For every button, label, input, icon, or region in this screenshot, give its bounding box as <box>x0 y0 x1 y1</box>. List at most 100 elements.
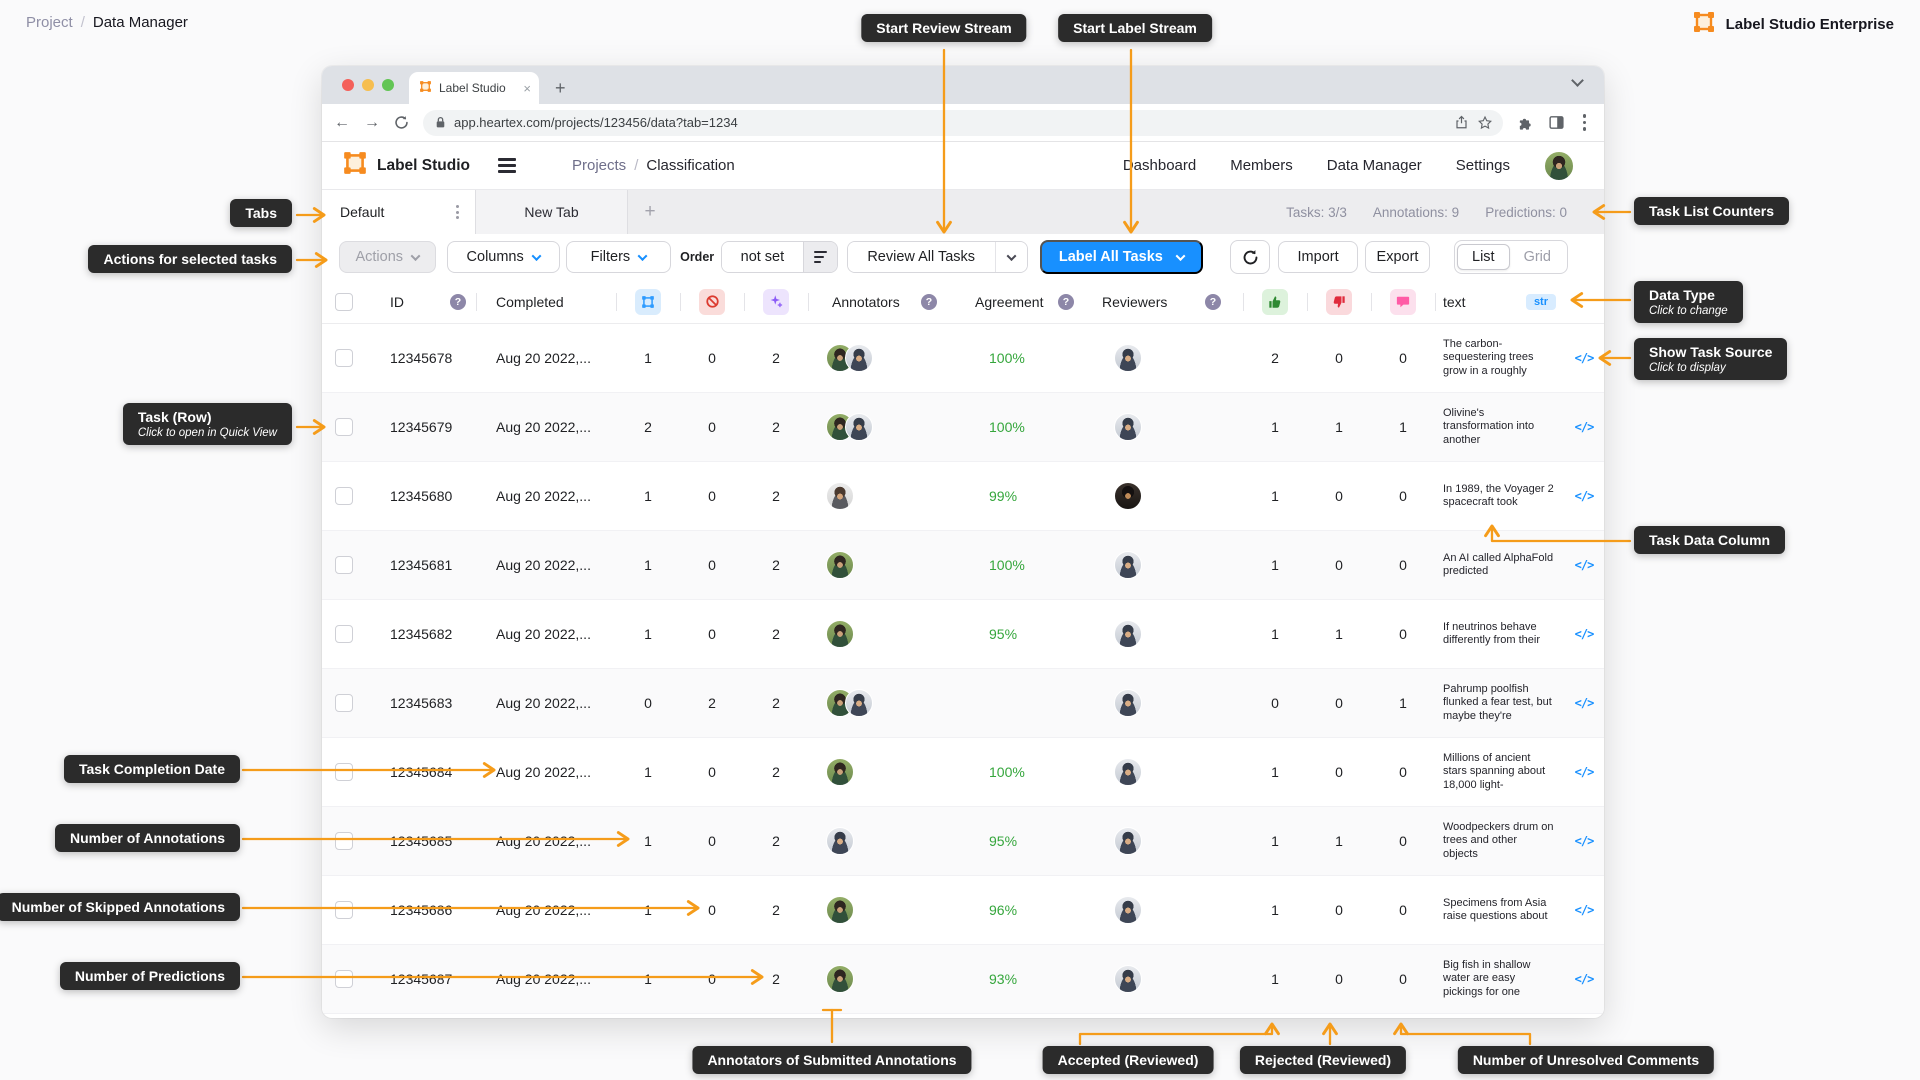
callout-task-data-column: Task Data Column <box>1634 526 1785 554</box>
window-zoom-button[interactable] <box>382 79 394 91</box>
table-row[interactable]: 12345683 Aug 20 2022,... 0 2 2 0 0 1 Pah… <box>322 669 1604 738</box>
show-source-icon[interactable]: </> <box>1575 420 1594 434</box>
breadcrumb-projects[interactable]: Projects <box>572 157 626 174</box>
address-bar[interactable]: app.heartex.com/projects/123456/data?tab… <box>423 110 1503 136</box>
column-header-accepted[interactable] <box>1243 280 1307 323</box>
review-options-chevron[interactable] <box>995 242 1027 272</box>
view-tab-new[interactable]: New Tab <box>475 190 628 234</box>
add-view-tab-button[interactable]: + <box>628 190 672 234</box>
row-checkbox[interactable] <box>335 832 353 850</box>
browser-tab[interactable]: Label Studio × <box>409 72 539 104</box>
counter-tasks: Tasks: 3/3 <box>1286 205 1347 220</box>
refresh-button[interactable] <box>1230 240 1270 274</box>
user-avatar[interactable] <box>1544 151 1574 181</box>
show-source-icon[interactable]: </> <box>1575 834 1594 848</box>
tab-search-chevron-icon[interactable] <box>1571 74 1584 87</box>
browser-menu-icon[interactable] <box>1579 110 1591 135</box>
table-row[interactable]: 12345679 Aug 20 2022,... 2 0 2 100% 1 1 … <box>322 393 1604 462</box>
nav-settings[interactable]: Settings <box>1456 157 1510 174</box>
new-browser-tab-button[interactable]: + <box>555 72 566 104</box>
column-header-predictions[interactable] <box>744 280 808 323</box>
row-checkbox[interactable] <box>335 901 353 919</box>
reviewers-cell <box>1078 738 1243 806</box>
table-row[interactable]: 12345687 Aug 20 2022,... 1 0 2 93% 1 0 0… <box>322 945 1604 1014</box>
reviewers-cell <box>1078 807 1243 875</box>
close-tab-icon[interactable]: × <box>523 81 531 96</box>
show-source-icon[interactable]: </> <box>1575 627 1594 641</box>
order-value-button[interactable]: not set <box>722 242 803 272</box>
row-checkbox[interactable] <box>335 694 353 712</box>
show-source-icon[interactable]: </> <box>1575 972 1594 986</box>
table-row[interactable]: 12345685 Aug 20 2022,... 1 0 2 95% 1 1 0… <box>322 807 1604 876</box>
export-button[interactable]: Export <box>1365 241 1430 273</box>
actions-dropdown[interactable]: Actions <box>339 241 436 273</box>
column-header-skipped[interactable] <box>680 280 744 323</box>
window-minimize-button[interactable] <box>362 79 374 91</box>
table-header: ID? Completed Annotators? Agreement? Rev… <box>322 280 1604 324</box>
list-view-button[interactable]: List <box>1457 244 1510 270</box>
table-row[interactable]: 12345684 Aug 20 2022,... 1 0 2 100% 1 0 … <box>322 738 1604 807</box>
column-header-comments[interactable] <box>1371 280 1435 323</box>
agreement-value: 100% <box>953 393 1078 461</box>
show-source-icon[interactable]: </> <box>1575 351 1594 365</box>
column-header-completed[interactable]: Completed <box>476 280 616 323</box>
table-row[interactable]: 12345682 Aug 20 2022,... 1 0 2 95% 1 1 0… <box>322 600 1604 669</box>
nav-members[interactable]: Members <box>1230 157 1293 174</box>
share-icon[interactable] <box>1454 115 1469 130</box>
row-checkbox[interactable] <box>335 349 353 367</box>
column-header-rejected[interactable] <box>1307 280 1371 323</box>
show-source-icon[interactable]: </> <box>1575 696 1594 710</box>
help-icon[interactable]: ? <box>1058 294 1074 310</box>
hamburger-menu-icon[interactable] <box>498 158 516 172</box>
view-tab-default[interactable]: Default <box>322 190 475 234</box>
help-icon[interactable]: ? <box>921 294 937 310</box>
breadcrumb-parent[interactable]: Project <box>26 14 73 31</box>
sort-direction-button[interactable] <box>803 242 837 272</box>
row-checkbox[interactable] <box>335 487 353 505</box>
label-all-tasks-button[interactable]: Label All Tasks <box>1040 240 1203 274</box>
grid-view-button[interactable]: Grid <box>1510 245 1565 269</box>
views-tab-bar: Default New Tab + Tasks: 3/3 Annotations… <box>322 190 1604 234</box>
table-row[interactable]: 12345686 Aug 20 2022,... 1 0 2 96% 1 0 0… <box>322 876 1604 945</box>
annotations-count: 1 <box>616 462 680 530</box>
column-header-annotators[interactable]: Annotators? <box>808 280 953 323</box>
predictions-count: 2 <box>744 945 808 1013</box>
column-header-text[interactable]: text str <box>1435 280 1564 323</box>
row-checkbox[interactable] <box>335 418 353 436</box>
review-all-tasks-button[interactable]: Review All Tasks <box>848 242 995 272</box>
tab-options-icon[interactable] <box>452 201 463 223</box>
row-checkbox[interactable] <box>335 763 353 781</box>
column-header-agreement[interactable]: Agreement? <box>953 280 1078 323</box>
forward-icon[interactable]: → <box>364 114 380 132</box>
show-source-icon[interactable]: </> <box>1575 903 1594 917</box>
column-header-id[interactable]: ID? <box>366 280 476 323</box>
bookmark-star-icon[interactable] <box>1477 115 1493 131</box>
nav-data-manager[interactable]: Data Manager <box>1327 157 1422 174</box>
select-all-checkbox[interactable] <box>335 293 353 311</box>
row-checkbox[interactable] <box>335 625 353 643</box>
row-checkbox[interactable] <box>335 556 353 574</box>
columns-dropdown[interactable]: Columns <box>447 241 560 273</box>
data-type-badge[interactable]: str <box>1526 294 1556 310</box>
nav-dashboard[interactable]: Dashboard <box>1123 157 1196 174</box>
side-panel-icon[interactable] <box>1548 114 1565 131</box>
show-source-icon[interactable]: </> <box>1575 489 1594 503</box>
row-checkbox[interactable] <box>335 970 353 988</box>
table-row[interactable]: 12345680 Aug 20 2022,... 1 0 2 99% 1 0 0… <box>322 462 1604 531</box>
help-icon[interactable]: ? <box>450 294 466 310</box>
filters-dropdown[interactable]: Filters <box>566 241 671 273</box>
show-source-icon[interactable]: </> <box>1575 558 1594 572</box>
back-icon[interactable]: ← <box>334 114 350 132</box>
thumbs-up-icon <box>1262 289 1288 315</box>
table-row[interactable]: 12345681 Aug 20 2022,... 1 0 2 100% 1 0 … <box>322 531 1604 600</box>
table-row[interactable]: 12345678 Aug 20 2022,... 1 0 2 100% 2 0 … <box>322 324 1604 393</box>
reload-icon[interactable] <box>394 115 409 130</box>
extensions-puzzle-icon[interactable] <box>1517 114 1534 131</box>
column-header-annotations[interactable] <box>616 280 680 323</box>
column-header-reviewers[interactable]: Reviewers? <box>1078 280 1243 323</box>
show-source-icon[interactable]: </> <box>1575 765 1594 779</box>
window-close-button[interactable] <box>342 79 354 91</box>
help-icon[interactable]: ? <box>1205 294 1221 310</box>
task-id: 12345680 <box>366 462 476 530</box>
import-button[interactable]: Import <box>1278 241 1358 273</box>
